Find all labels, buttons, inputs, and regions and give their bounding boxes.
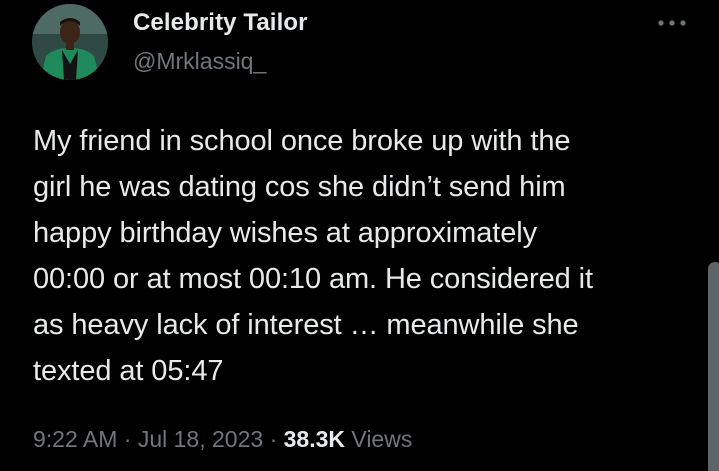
scrollbar[interactable] (708, 262, 719, 471)
meta-separator: · (123, 426, 132, 452)
display-name[interactable]: Celebrity Tailor (133, 9, 308, 37)
more-button[interactable] (655, 13, 689, 33)
views-count: 38.3K (283, 426, 345, 452)
tweet-card: Celebrity Tailor @Mrklassiq_ My friend i… (0, 0, 719, 471)
avatar[interactable] (32, 4, 108, 80)
meta-separator: · (269, 426, 278, 452)
author-info: Celebrity Tailor @Mrklassiq_ (133, 9, 308, 75)
tweet-metadata: 9:22 AM · Jul 18, 2023 · 38.3K Views (33, 424, 412, 454)
tweet-time[interactable]: 9:22 AM (33, 426, 117, 452)
tweet-date[interactable]: Jul 18, 2023 (138, 426, 263, 452)
user-handle[interactable]: @Mrklassiq_ (133, 47, 308, 75)
more-horizontal-icon (658, 20, 686, 26)
views-label: Views (351, 426, 413, 452)
avatar-image (32, 4, 108, 80)
tweet-text: My friend in school once broke up with t… (33, 125, 593, 387)
